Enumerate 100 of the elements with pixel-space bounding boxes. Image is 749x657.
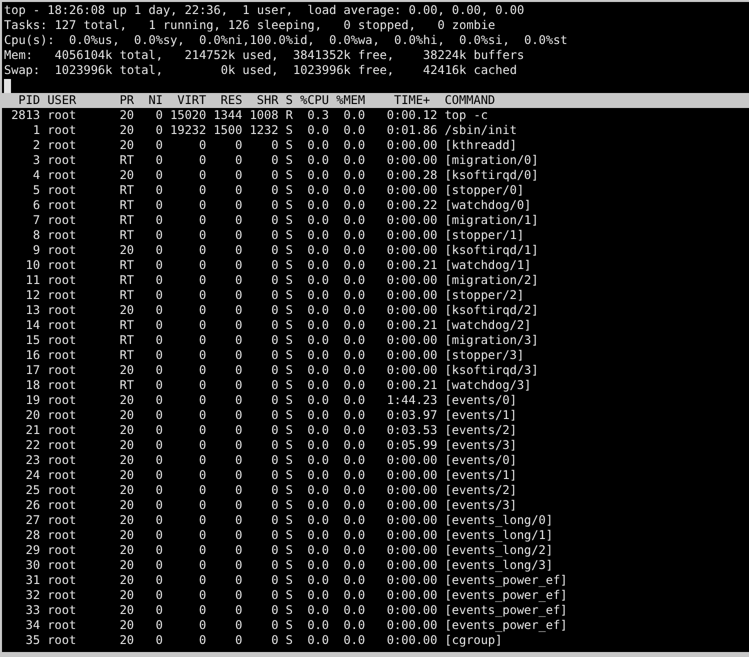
table-cell-text: 0 [234, 288, 242, 303]
table-cell-text: 25 [24, 483, 40, 498]
table-cell-text: 0 [234, 153, 242, 168]
table-cell-text: 0.0 [342, 258, 366, 273]
table-cell-text: root [47, 498, 78, 513]
table-cell-text: 0 [270, 288, 278, 303]
table-cell-text: 0.0 [342, 633, 366, 648]
table-cell-text: 20 [118, 168, 134, 183]
table-cell-text: root [47, 528, 78, 543]
table-cell-text: 33 [24, 603, 40, 618]
table-cell-text: 20 [118, 453, 134, 468]
table-cell-text: root [47, 153, 78, 168]
table-cell-text: 0.0 [342, 348, 366, 363]
table-cell-text: S [284, 618, 293, 633]
table-cell-text: 0:00.00 [386, 348, 438, 363]
table-cell-text: S [284, 138, 293, 153]
table-cell-text: 0.0 [342, 483, 366, 498]
table-cell: [migration/3] [444, 333, 538, 348]
table-cell-text: 20 [118, 408, 134, 423]
table-cell-text: 0 [270, 273, 278, 288]
table-cell-text: 0.0 [306, 123, 330, 138]
table-cell-text: 0 [270, 393, 278, 408]
table-cell-text: 0 [198, 618, 206, 633]
table-cell-text: 0:00.00 [386, 333, 438, 348]
table-cell-text: 0:00.00 [386, 138, 438, 153]
table-cell-text: 0 [198, 228, 206, 243]
table-cell-text: S [284, 273, 293, 288]
column-header: %MEM [335, 93, 366, 108]
table-cell-text: root [47, 228, 78, 243]
table-cell-text: 0 [154, 168, 163, 183]
table-cell-text: 31 [24, 573, 40, 588]
table-cell-text: root [47, 378, 78, 393]
table-cell-text: root [47, 333, 78, 348]
table-cell-text: 0 [198, 318, 206, 333]
table-cell-text: 0 [198, 213, 206, 228]
table-cell-text: 0.0 [342, 108, 366, 123]
table-cell-text: 0.0 [306, 138, 330, 153]
table-cell-text: S [284, 183, 293, 198]
table-cell-text: 20 [118, 243, 134, 258]
table-cell-text: root [47, 318, 78, 333]
table-cell-text: 1:44.23 [386, 393, 438, 408]
table-cell-text: 0.0 [342, 213, 366, 228]
table-cell-text: 0 [154, 273, 163, 288]
table-cell-text: 0:00.00 [386, 513, 438, 528]
table-cell: [watchdog/1] [444, 258, 532, 273]
table-cell: [events_long/2] [444, 543, 553, 558]
table-cell-text: 0 [270, 318, 278, 333]
table-cell: [events/1] [444, 408, 517, 423]
table-cell-text: 0.0 [306, 408, 330, 423]
table-cell-text: 0 [234, 213, 242, 228]
table-cell-text: 0 [234, 423, 242, 438]
table-cell: [events/0] [444, 393, 517, 408]
table-cell-text: 0 [154, 408, 163, 423]
table-cell-text: S [284, 153, 293, 168]
table-cell-text: 0.0 [306, 573, 330, 588]
column-header: RES [220, 93, 242, 108]
table-cell-text: S [284, 633, 293, 648]
table-cell-text: 20 [118, 483, 134, 498]
table-cell-text: 0 [154, 363, 163, 378]
table-cell-text: 0 [198, 543, 206, 558]
table-cell-text: 0:00.00 [386, 273, 438, 288]
table-cell-text: 0 [198, 453, 206, 468]
table-cell-text: 0 [154, 123, 163, 138]
table-cell-text: 0 [154, 183, 163, 198]
table-cell-text: 0.0 [306, 228, 330, 243]
table-cell-text: 22 [24, 438, 40, 453]
table-cell-text: 0 [270, 423, 278, 438]
table-cell-text: 0 [234, 483, 242, 498]
table-cell-text: 0 [270, 438, 278, 453]
table-cell: [stopper/3] [444, 348, 524, 363]
table-cell-text: 0 [198, 633, 206, 648]
table-cell-text: 0 [270, 618, 278, 633]
table-cell-text: 20 [118, 363, 134, 378]
table-cell-text: 0 [154, 108, 163, 123]
table-cell-text: 0 [234, 408, 242, 423]
table-cell-text: 17 [24, 363, 40, 378]
table-cell-text: 0 [154, 288, 163, 303]
table-cell-text: root [47, 483, 78, 498]
table-cell-text: root [47, 453, 78, 468]
table-cell-text: 0 [234, 318, 242, 333]
table-cell-text: 0 [234, 273, 242, 288]
table-cell-text: 0 [234, 363, 242, 378]
table-cell: [ksoftirqd/3] [444, 363, 538, 378]
table-cell-text: 0 [154, 438, 163, 453]
table-cell-text: root [47, 303, 78, 318]
table-cell-text: 5 [32, 183, 40, 198]
column-header: USER [47, 93, 78, 108]
table-cell-text: 0 [270, 588, 278, 603]
table-cell-text: 0 [270, 198, 278, 213]
summary-line: Tasks: 127 total, 1 running, 126 sleeping, 0 stopped, 0 zombie [4, 18, 496, 33]
table-cell-text: 0.0 [306, 273, 330, 288]
table-cell-text: 0:00.00 [386, 483, 438, 498]
table-cell-text: root [47, 123, 78, 138]
table-cell-text: 0 [198, 183, 206, 198]
table-cell-text: 0 [198, 138, 206, 153]
table-cell-text: 0.0 [342, 498, 366, 513]
table-cell-text: 0 [234, 243, 242, 258]
table-cell-text: S [284, 243, 293, 258]
table-cell-text: 0 [270, 573, 278, 588]
table-cell-text: 0 [198, 558, 206, 573]
